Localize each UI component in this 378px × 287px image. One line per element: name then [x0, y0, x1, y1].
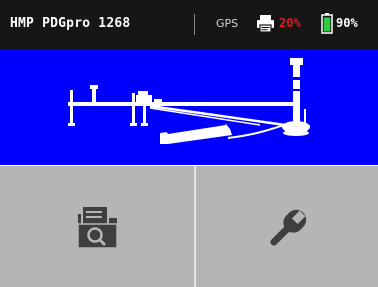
device-illustration-banner — [0, 49, 378, 165]
printer-battery-percent: 20% — [279, 16, 301, 30]
main-screen: HMP PDGpro 1268 GPS 20% 90% — [0, 0, 378, 287]
reports-tile[interactable] — [0, 166, 194, 287]
document-search-icon — [77, 205, 118, 249]
printer-icon — [256, 14, 275, 33]
settings-tile[interactable] — [196, 166, 378, 287]
wrench-icon — [270, 209, 307, 246]
gps-indicator: GPS — [216, 17, 239, 30]
device-battery-percent: 90% — [336, 16, 358, 30]
status-bar: HMP PDGpro 1268 GPS 20% 90% — [0, 0, 378, 49]
status-divider — [194, 14, 195, 35]
pressure-gauge-rig-illustration — [68, 58, 310, 144]
battery-icon — [321, 13, 333, 34]
device-name: HMP PDGpro 1268 — [10, 16, 131, 31]
